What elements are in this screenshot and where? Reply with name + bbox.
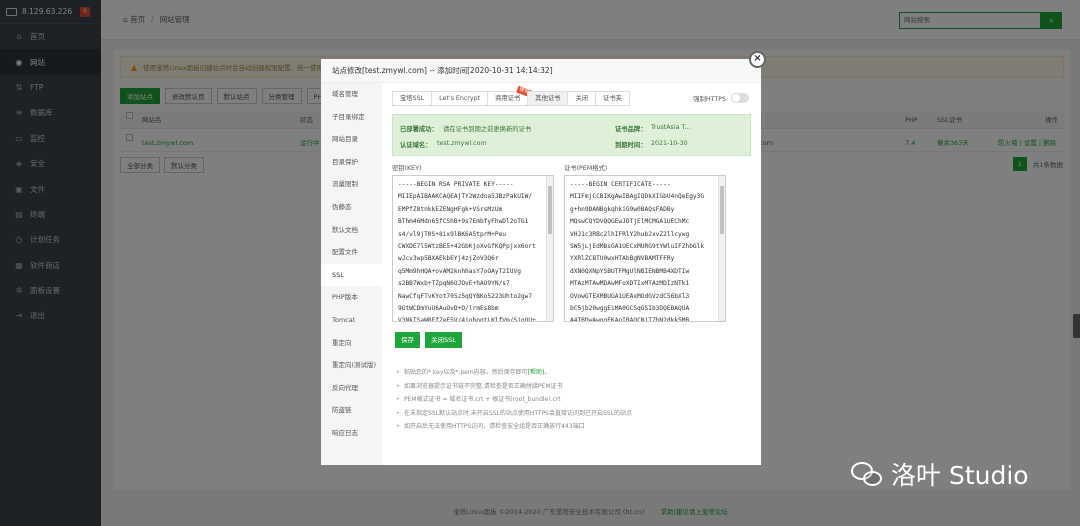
ssl-tab[interactable]: Let's Encrypt [431,91,488,106]
domain-value: test.zmywl.com [437,140,487,147]
code-line: MTAzMTAwMDAwMFoXDTIxMTAzMDIzNTk1 [570,280,690,288]
note-text: 在未指定SSL默认站点时,未开启SSL的站点使用HTTPS会直接访问到已开启SS… [404,409,632,417]
modal-menu-item[interactable]: 重定向(测试版) [321,354,382,377]
scroll-handle[interactable] [1073,314,1080,338]
code-line: dXN0QXNpYSBUTFMgUlNBIENBMB4XDTIw [570,267,690,275]
code-line: BThm46Mdn65fCShB+9s7EmbfyFhwDl2oTG1 [398,218,529,226]
ssl-tab-label: 关闭 [575,95,589,102]
modal-menu-item[interactable]: Tomcat [321,309,382,332]
code-line: -----BEGIN CERTIFICATE----- [570,181,671,188]
help-link[interactable]: [帮助] [528,369,545,376]
code-line: EMPfZ8tnkkEZENgHFgk+VSrsMzUm [398,205,503,213]
domain-key: 认证域名： [400,142,432,149]
save-button[interactable]: 保存 [395,332,420,348]
brand-key: 证书品牌： [615,126,647,133]
note-item: 在未指定SSL默认站点时,未开启SSL的站点使用HTTPS会直接访问到已开启SS… [396,407,751,421]
private-key-textarea[interactable]: -----BEGIN RSA PRIVATE KEY----- MIIEpAIBA… [392,175,554,322]
ssl-tab-label: 其他证书 [535,95,561,102]
modal-menu: 域名管理 子目录绑定 网站目录 目录保护 流量限制 伪静态 默认文档 配置文件 SSL PHP版本… [321,83,382,465]
code-line: bC5jb20wggEiMA0GCSqGSIb3DQEBAQUA [570,305,690,313]
code-line: MIIFmjCCBIKgAwIBAgIQDkXIGbU4nQeEgy3G [570,193,705,201]
code-line: YXRlZCBTU0wxHTAbBgNVBAMTFFRy [570,255,675,263]
modal-title: 站点修改[test.zmywl.com] -- 添加时间[2020-10-31 … [321,59,761,83]
code-line: OVowGTEXMBUGA1UEAxMOdGVzdC56bXl3 [570,292,690,300]
cert-label: 证书(PEM格式) [564,165,608,172]
code-line: A4IBDwAwggEKAoIBAQCNjTZbN2dkk5MB [570,317,690,322]
modal-menu-item[interactable]: 网站目录 [321,128,382,151]
ssl-tab-label: 商用证书 [495,95,521,102]
key-scrollbar[interactable] [546,176,553,321]
modal-menu-item[interactable]: 配置文件 [321,241,382,264]
close-ssl-button[interactable]: 关闭SSL [425,332,462,348]
modal-menu-item[interactable]: 响应日志 [321,422,382,445]
code-line: V3NkTSaW8FfZeE5V/4joboqtLKlfVm/SjqOU+ [398,317,536,322]
code-line: CWXDE7l5WtzBE5+42GbKjoXvGfKQPpjxx6ort [398,243,536,251]
modal-menu-item[interactable]: 域名管理 [321,83,382,106]
close-icon[interactable]: × [749,51,766,68]
modal-menu-item[interactable]: 子目录绑定 [321,106,382,129]
ssl-tab-label: 证书夹 [603,95,622,102]
ssl-tab[interactable]: 商用证书 推荐 [487,85,533,106]
ssl-notes: 粘贴您的*.key以及*.pem内容，然后保存即可[帮助]。如果浏览器提示证书链… [396,366,751,434]
code-line: MQswCQYDVQQGEwJDTjElMCMGA1UEChMc [570,218,690,226]
ssl-tab[interactable]: 其他证书 [527,91,568,106]
ssl-tab-label: 宝塔SSL [400,95,425,102]
code-line: g+hn9DANBgkqhkiG9w0BAQsFADBy [570,205,675,213]
code-line: s2BB7Wxb+TZpqN6OJOvE+hAO9YN/s7 [398,280,510,288]
note-text: PEM格式证书 = 域名证书.crt + 根证书(root_bundle).cr… [404,396,561,404]
modal-menu-item[interactable]: 反向代理 [321,377,382,400]
deployed-value: 请在证书到期之前更换新的证书 [443,126,532,133]
ssl-tab[interactable]: 证书夹 [595,91,630,106]
cert-info-box: 已部署成功： 请在证书到期之前更换新的证书 认证域名： test.zmywl.c… [392,114,751,156]
note-item: PEM格式证书 = 域名证书.crt + 根证书(root_bundle).cr… [396,393,751,407]
note-tail: 。 [544,369,551,376]
key-label: 密钥(KEY) [392,165,422,172]
force-https-label: 强制HTTPS [693,95,726,103]
code-line: s4/vl9jT0S+8ix9lBK6A5tprM+Peu [398,230,507,238]
wechat-icon [851,460,883,488]
ssl-tab-label: Let's Encrypt [439,95,481,102]
watermark-text: 洛叶 Studio [891,461,1029,490]
brand-value: TrustAsia T... [651,124,691,131]
expire-value: 2021-10-30 [651,140,688,147]
expire-key: 到期时间： [615,142,647,149]
note-item: 如开启后无法使用HTTPS访问，请检查安全组是否正确放行443端口 [396,420,751,434]
note-item: 如果浏览器提示证书链不完整,请检查是否正确拼接PEM证书 [396,380,751,394]
code-line: 9GtWCDmYuU6AuOvD+D/lrmEs8bm [398,305,499,313]
modal-menu-item[interactable]: PHP版本 [321,286,382,309]
cert-scrollbar[interactable] [718,176,725,321]
force-https-toggle[interactable] [731,93,749,103]
force-https: 强制HTTPS [693,93,749,103]
modal-menu-item[interactable]: 流量限制 [321,173,382,196]
modal-menu-item[interactable]: 默认文档 [321,219,382,242]
modal-menu-item[interactable]: 防盗链 [321,399,382,422]
note-text: 粘贴您的*.key以及*.pem内容，然后保存即可 [404,369,528,376]
site-edit-modal: 站点修改[test.zmywl.com] -- 添加时间[2020-10-31 … [321,59,761,465]
modal-menu-item[interactable]: SSL [321,263,382,287]
note-text: 如开启后无法使用HTTPS访问，请检查安全组是否正确放行443端口 [404,423,585,431]
note-item: 粘贴您的*.key以及*.pem内容，然后保存即可[帮助]。 [396,366,751,380]
modal-menu-item[interactable]: 重定向 [321,332,382,355]
ssl-tab[interactable]: 关闭 [567,91,596,106]
ssl-tabs: 宝塔SSL Let's Encrypt 商用证书 推荐 其他证书 关闭 证书夹 [392,85,630,106]
code-line: NawCfqFTvKYot705z5qQYBKo5223Uhto2gw7 [398,292,533,300]
watermark: 洛叶 Studio [851,456,1029,492]
ssl-panel: 宝塔SSL Let's Encrypt 商用证书 推荐 其他证书 关闭 证书夹 强制HTTP… [382,83,761,465]
ssl-tab[interactable]: 宝塔SSL [392,91,432,106]
certificate-textarea[interactable]: -----BEGIN CERTIFICATE----- MIIFmjCCBIKgA… [564,175,726,322]
code-line: wJcv3wp5BXAEkbEYj4zjZoV3Q6r [398,255,499,263]
modal-menu-item[interactable]: 目录保护 [321,151,382,174]
deployed-key: 已部署成功： [400,126,438,133]
code-line: -----BEGIN RSA PRIVATE KEY----- [398,181,514,188]
note-text: 如果浏览器提示证书链不完整,请检查是否正确拼接PEM证书 [404,382,563,390]
code-line: VHJ1c3RBc2lhIFRlY2hub2xvZ2llcywg [570,230,690,238]
code-line: q5Mm9hHQA+ovAM2knhhasY7oOAyT2IUVg [398,267,521,275]
modal-menu-item[interactable]: 伪静态 [321,196,382,219]
code-line: SW5jLjEdMBsGA1UECxMURG9tYWluIFZhbGlk [570,243,705,251]
code-line: MIIEpAIBAAKCAQEAjTY2Wzdna5JBzPakUIW/ [398,193,533,201]
